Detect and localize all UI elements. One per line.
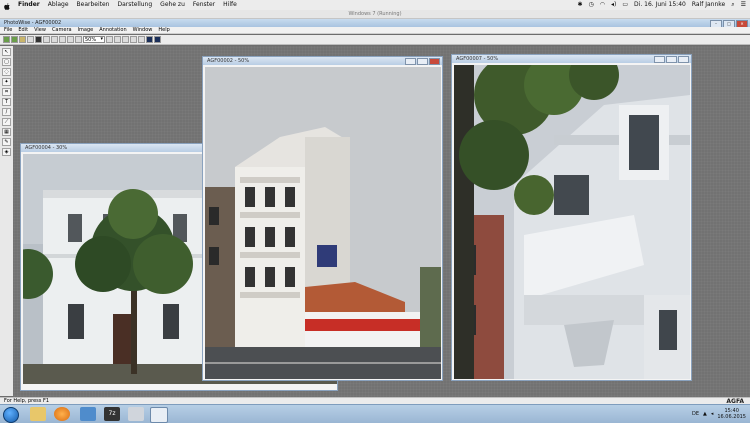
new-icon[interactable] xyxy=(3,36,10,43)
mac-menu-bearbeiten[interactable]: Bearbeiten xyxy=(77,0,110,10)
brush-tool-icon[interactable]: ✎ xyxy=(2,138,11,146)
building-photo-2 xyxy=(205,67,441,379)
mac-app-name[interactable]: Finder xyxy=(18,0,40,10)
image-close-button[interactable] xyxy=(678,56,689,63)
rect-tool-icon[interactable]: ▢ xyxy=(2,58,11,66)
menu-edit[interactable]: Edit xyxy=(18,27,28,33)
taskbar-clock[interactable]: 15:40 16.06.2015 xyxy=(717,408,746,420)
camera-icon[interactable] xyxy=(27,36,34,43)
stamp-tool-icon[interactable]: ◈ xyxy=(2,148,11,156)
crop-tool-icon[interactable]: ⌗ xyxy=(2,88,11,96)
menu-view[interactable]: View xyxy=(34,27,46,33)
status-bar: For Help, press F1 AGFA xyxy=(0,397,750,405)
image-window-agf00007[interactable]: AGF00007 - 50% xyxy=(451,54,692,381)
mac-menu-gehe-zu[interactable]: Gehe zu xyxy=(160,0,185,10)
photo-app-icon[interactable] xyxy=(80,407,96,421)
image-window-agf00002[interactable]: AGF00002 - 50% xyxy=(202,56,443,381)
image-close-button[interactable] xyxy=(429,58,440,65)
mac-datetime[interactable]: Di. 16. Juni 15:40 xyxy=(634,0,686,10)
language-indicator[interactable]: DE xyxy=(692,411,699,417)
select-tool-icon[interactable]: ↖ xyxy=(2,48,11,56)
bluetooth-icon[interactable]: ✱ xyxy=(577,0,582,10)
building-photo-3 xyxy=(454,65,690,379)
fit-icon[interactable] xyxy=(138,36,145,43)
folder-icon[interactable] xyxy=(19,36,26,43)
network-icon[interactable]: ▲ xyxy=(703,411,707,417)
menu-image[interactable]: Image xyxy=(78,27,94,33)
image-window-title: AGF00004 - 30% xyxy=(25,145,68,151)
taskbar-date: 16.06.2015 xyxy=(717,414,746,420)
save-icon[interactable] xyxy=(35,36,42,43)
lasso-tool-icon[interactable]: ◌ xyxy=(2,68,11,76)
image-window-title: AGF00007 - 50% xyxy=(456,56,499,62)
menu-window[interactable]: Window xyxy=(133,27,153,33)
help-icon[interactable] xyxy=(154,36,161,43)
wifi-icon[interactable]: ◠ xyxy=(600,0,605,10)
info-icon[interactable] xyxy=(146,36,153,43)
start-button[interactable] xyxy=(3,407,19,423)
explorer-icon[interactable] xyxy=(30,407,46,421)
image-minimize-button[interactable] xyxy=(654,56,665,63)
clock-icon[interactable]: ◷ xyxy=(589,0,594,10)
zoom-out-icon[interactable] xyxy=(114,36,121,43)
image-window-title: AGF00002 - 50% xyxy=(207,58,250,64)
tool-icon[interactable] xyxy=(128,407,144,421)
image-maximize-button[interactable] xyxy=(666,56,677,63)
wand-tool-icon[interactable]: ✦ xyxy=(2,78,11,86)
pen-tool-icon[interactable]: / xyxy=(2,108,11,116)
menu-camera[interactable]: Camera xyxy=(52,27,72,33)
notification-icon[interactable]: ☰ xyxy=(741,0,746,10)
rotate-right-icon[interactable] xyxy=(130,36,137,43)
mac-user[interactable]: Ralf Jannke xyxy=(692,0,725,10)
battery-icon[interactable]: ▭ xyxy=(622,0,628,10)
mac-menu-darstellung[interactable]: Darstellung xyxy=(117,0,152,10)
apple-icon[interactable] xyxy=(4,2,10,10)
vm-window-title: Windows 7 (Running) xyxy=(0,10,750,19)
toolbar: 50% xyxy=(0,35,750,45)
image-window-titlebar[interactable]: AGF00002 - 50% xyxy=(203,57,442,65)
volume-icon[interactable]: ◂) xyxy=(611,0,616,10)
line-tool-icon[interactable]: ⟋ xyxy=(2,118,11,126)
image-minimize-button[interactable] xyxy=(405,58,416,65)
print-icon[interactable] xyxy=(43,36,50,43)
taskbar: 7z DE ▲ ◂ 15:40 16.06.2015 xyxy=(0,404,750,423)
text-tool-icon[interactable]: T xyxy=(2,98,11,106)
menu-annotation[interactable]: Annotation xyxy=(99,27,126,33)
app-title: PhotoWise - AGF00002 xyxy=(4,20,62,26)
tools-palette: ↖ ▢ ◌ ✦ ⌗ T / ⟋ ▦ ✎ ◈ xyxy=(0,46,14,396)
cut-icon[interactable] xyxy=(67,36,74,43)
menu-file[interactable]: File xyxy=(4,27,12,33)
zoom-in-icon[interactable] xyxy=(106,36,113,43)
7zip-icon[interactable]: 7z xyxy=(104,407,120,421)
mac-menu-hilfe[interactable]: Hilfe xyxy=(223,0,237,10)
system-tray: DE ▲ ◂ 15:40 16.06.2015 xyxy=(692,407,746,421)
app-menubar: File Edit View Camera Image Annotation W… xyxy=(0,27,750,34)
image-window-titlebar[interactable]: AGF00007 - 50% xyxy=(452,55,691,63)
scan-icon[interactable] xyxy=(51,36,58,43)
app-titlebar: PhotoWise - AGF00002 – □ ✕ xyxy=(0,19,750,28)
zoom-select[interactable]: 50% xyxy=(83,36,105,43)
undo-icon[interactable] xyxy=(59,36,66,43)
speaker-icon[interactable]: ◂ xyxy=(711,411,714,417)
grid-tool-icon[interactable]: ▦ xyxy=(2,128,11,136)
rotate-left-icon[interactable] xyxy=(122,36,129,43)
mac-menu-fenster[interactable]: Fenster xyxy=(193,0,215,10)
open-icon[interactable] xyxy=(11,36,18,43)
menu-help[interactable]: Help xyxy=(158,27,169,33)
camera-app-icon[interactable] xyxy=(150,407,168,423)
copy-icon[interactable] xyxy=(75,36,82,43)
media-player-icon[interactable] xyxy=(54,407,70,421)
mac-menu-ablage[interactable]: Ablage xyxy=(48,0,69,10)
image-maximize-button[interactable] xyxy=(417,58,428,65)
spotlight-icon[interactable]: ⌕ xyxy=(731,0,734,10)
